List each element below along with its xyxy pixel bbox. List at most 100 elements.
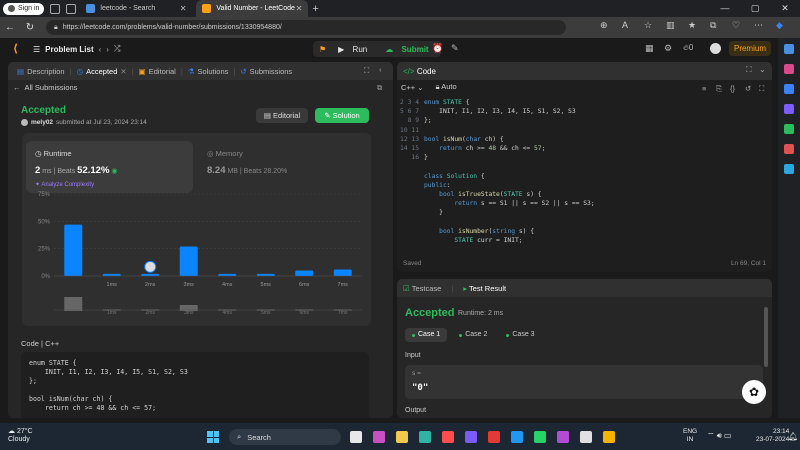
tab-solutions[interactable]: ⚗ Solutions [183, 67, 234, 76]
avatar[interactable] [710, 43, 721, 54]
shopping-icon[interactable] [784, 64, 794, 74]
close-tab-icon[interactable]: ✕ [180, 4, 187, 13]
windows-start-icon[interactable] [207, 431, 219, 443]
vscode-icon[interactable] [511, 431, 523, 443]
url-field[interactable]: 🔒︎ https://leetcode.com/problems/valid-nu… [46, 20, 566, 35]
office-icon[interactable] [784, 124, 794, 134]
gmail-icon[interactable] [488, 431, 500, 443]
search-sidebar-icon[interactable] [784, 44, 794, 54]
username[interactable]: mely02 [31, 119, 53, 126]
chrome-icon[interactable] [603, 431, 615, 443]
favorite-icon[interactable]: ☆ [644, 20, 652, 31]
case-2-tab[interactable]: Case 2 [452, 328, 494, 342]
games-icon[interactable] [784, 104, 794, 114]
app-icon[interactable] [373, 431, 385, 443]
collapse-icon[interactable]: ⌄ [759, 65, 766, 74]
tab-description[interactable]: ▤ Description [12, 67, 70, 76]
solution-button[interactable]: ✎ Solution [315, 108, 369, 123]
tab-submissions[interactable]: ↺ Submissions [235, 67, 297, 76]
app-icon[interactable] [442, 431, 454, 443]
run-button[interactable]: ▶ Run [332, 45, 379, 54]
editorial-button[interactable]: ▤ Editorial [256, 108, 308, 123]
chart-bar[interactable] [295, 270, 314, 276]
workspaces-icon[interactable] [50, 3, 61, 14]
assistant-icon[interactable]: ✿ [742, 380, 766, 404]
reset-icon[interactable]: ↺ [745, 84, 751, 93]
chart-bar[interactable] [333, 269, 352, 276]
collections-icon[interactable]: ⧉ [710, 20, 716, 31]
timer-icon[interactable]: ⏰ [432, 43, 443, 54]
close-tab-icon[interactable]: ✕ [120, 67, 126, 76]
case-1-tab[interactable]: Case 1 [405, 328, 448, 342]
scrollbar[interactable] [764, 307, 768, 367]
browser-essentials-icon[interactable]: ♡ [732, 20, 740, 31]
menu-icon[interactable]: ⋯ [754, 20, 763, 31]
prev-problem-icon[interactable]: ‹ [99, 45, 102, 54]
maximize-button[interactable]: ▢ [740, 0, 770, 17]
split-screen-icon[interactable]: ▥ [666, 20, 675, 31]
app-icon[interactable] [580, 431, 592, 443]
browser-tab-leetcode[interactable]: Valid Number - LeetCode ✕ [196, 0, 309, 17]
expand-icon[interactable]: ⛶ [746, 65, 752, 75]
app-icon[interactable] [465, 431, 477, 443]
back-button[interactable]: ← [0, 22, 20, 33]
case-3-tab[interactable]: Case 3 [499, 328, 541, 342]
close-window-button[interactable]: ✕ [770, 0, 800, 17]
chart-bar[interactable] [64, 224, 83, 276]
your-result-marker[interactable] [144, 260, 157, 273]
browser-tab-search[interactable]: leetcode - Search ✕ [80, 0, 192, 17]
copilot-icon[interactable]: ◆ [776, 20, 783, 31]
autocomplete-toggle[interactable]: 🔒︎ Auto [436, 82, 457, 92]
outlook-icon[interactable] [784, 144, 794, 154]
whatsapp-icon[interactable] [534, 431, 546, 443]
sign-in-button[interactable]: Sign in [3, 2, 45, 15]
tab-test-result[interactable]: ▸ Test Result [463, 284, 506, 293]
language-select[interactable]: C++ ⌄ [401, 83, 424, 92]
all-submissions-link[interactable]: ← All Submissions ⧉ [8, 80, 393, 95]
streak-counter[interactable]: 🔥︎0 [683, 43, 693, 53]
weather-widget[interactable]: ☁ 27°C Cloudy [8, 428, 33, 444]
braces-icon[interactable]: {} [730, 84, 735, 93]
share-icon[interactable]: ⧉ [377, 83, 382, 93]
expand-icon[interactable]: ⛶ [364, 66, 369, 76]
editor-code[interactable]: enum STATE { INIT, I1, I2, I3, I4, I5, S… [424, 98, 595, 245]
close-tab-icon[interactable]: ✕ [296, 4, 303, 13]
new-tab-button[interactable]: + [312, 3, 318, 15]
taskbar-search[interactable]: ⌕ Search [229, 429, 341, 445]
collapse-icon[interactable]: ‹ [379, 65, 382, 74]
format-icon[interactable]: ≡ [702, 84, 706, 93]
tab-accepted[interactable]: ◷ Accepted ✕ [72, 67, 132, 76]
chart-bar[interactable] [141, 273, 160, 276]
chart-bar[interactable] [218, 273, 237, 276]
debug-icon[interactable]: ⚑ [313, 45, 332, 54]
edge-icon[interactable] [419, 431, 431, 443]
reader-icon[interactable]: A [622, 20, 628, 30]
favorites-icon[interactable]: ★ [688, 20, 696, 31]
notification-icon[interactable]: 🔔︎ [788, 432, 798, 441]
wifi-icon[interactable]: ⌔ 🔊︎ ▭ [707, 431, 732, 441]
tools-icon[interactable] [784, 84, 794, 94]
refresh-button[interactable]: ↻ [20, 22, 40, 33]
layout-icon[interactable]: ▦ [645, 43, 654, 54]
settings-icon[interactable]: ⚙ [664, 43, 672, 54]
leetcode-logo[interactable]: ⟨ [13, 43, 25, 55]
clock[interactable]: 23:14 23-07-2024 [756, 428, 789, 444]
minimize-button[interactable]: — [710, 0, 740, 17]
tab-actions-icon[interactable] [66, 3, 77, 14]
app-icon[interactable] [557, 431, 569, 443]
chart-bar[interactable] [102, 273, 121, 276]
telegram-icon[interactable] [784, 164, 794, 174]
premium-button[interactable]: Premium [729, 41, 771, 56]
fullscreen-icon[interactable]: ⛶ [759, 84, 764, 94]
chart-bar[interactable] [256, 273, 275, 276]
tab-editorial[interactable]: ▣ Editorial [134, 67, 181, 76]
bookmark-icon[interactable]: ⎘ [716, 84, 722, 94]
notes-icon[interactable]: ✎ [451, 43, 459, 54]
shuffle-icon[interactable]: ⤮ [114, 44, 120, 54]
tab-testcase[interactable]: ☑ Testcase [403, 284, 441, 293]
task-view-icon[interactable] [350, 431, 362, 443]
chart-bar[interactable] [179, 246, 198, 276]
language-indicator[interactable]: ENG IN [683, 428, 697, 444]
file-explorer-icon[interactable] [396, 431, 408, 443]
next-problem-icon[interactable]: › [106, 45, 109, 54]
